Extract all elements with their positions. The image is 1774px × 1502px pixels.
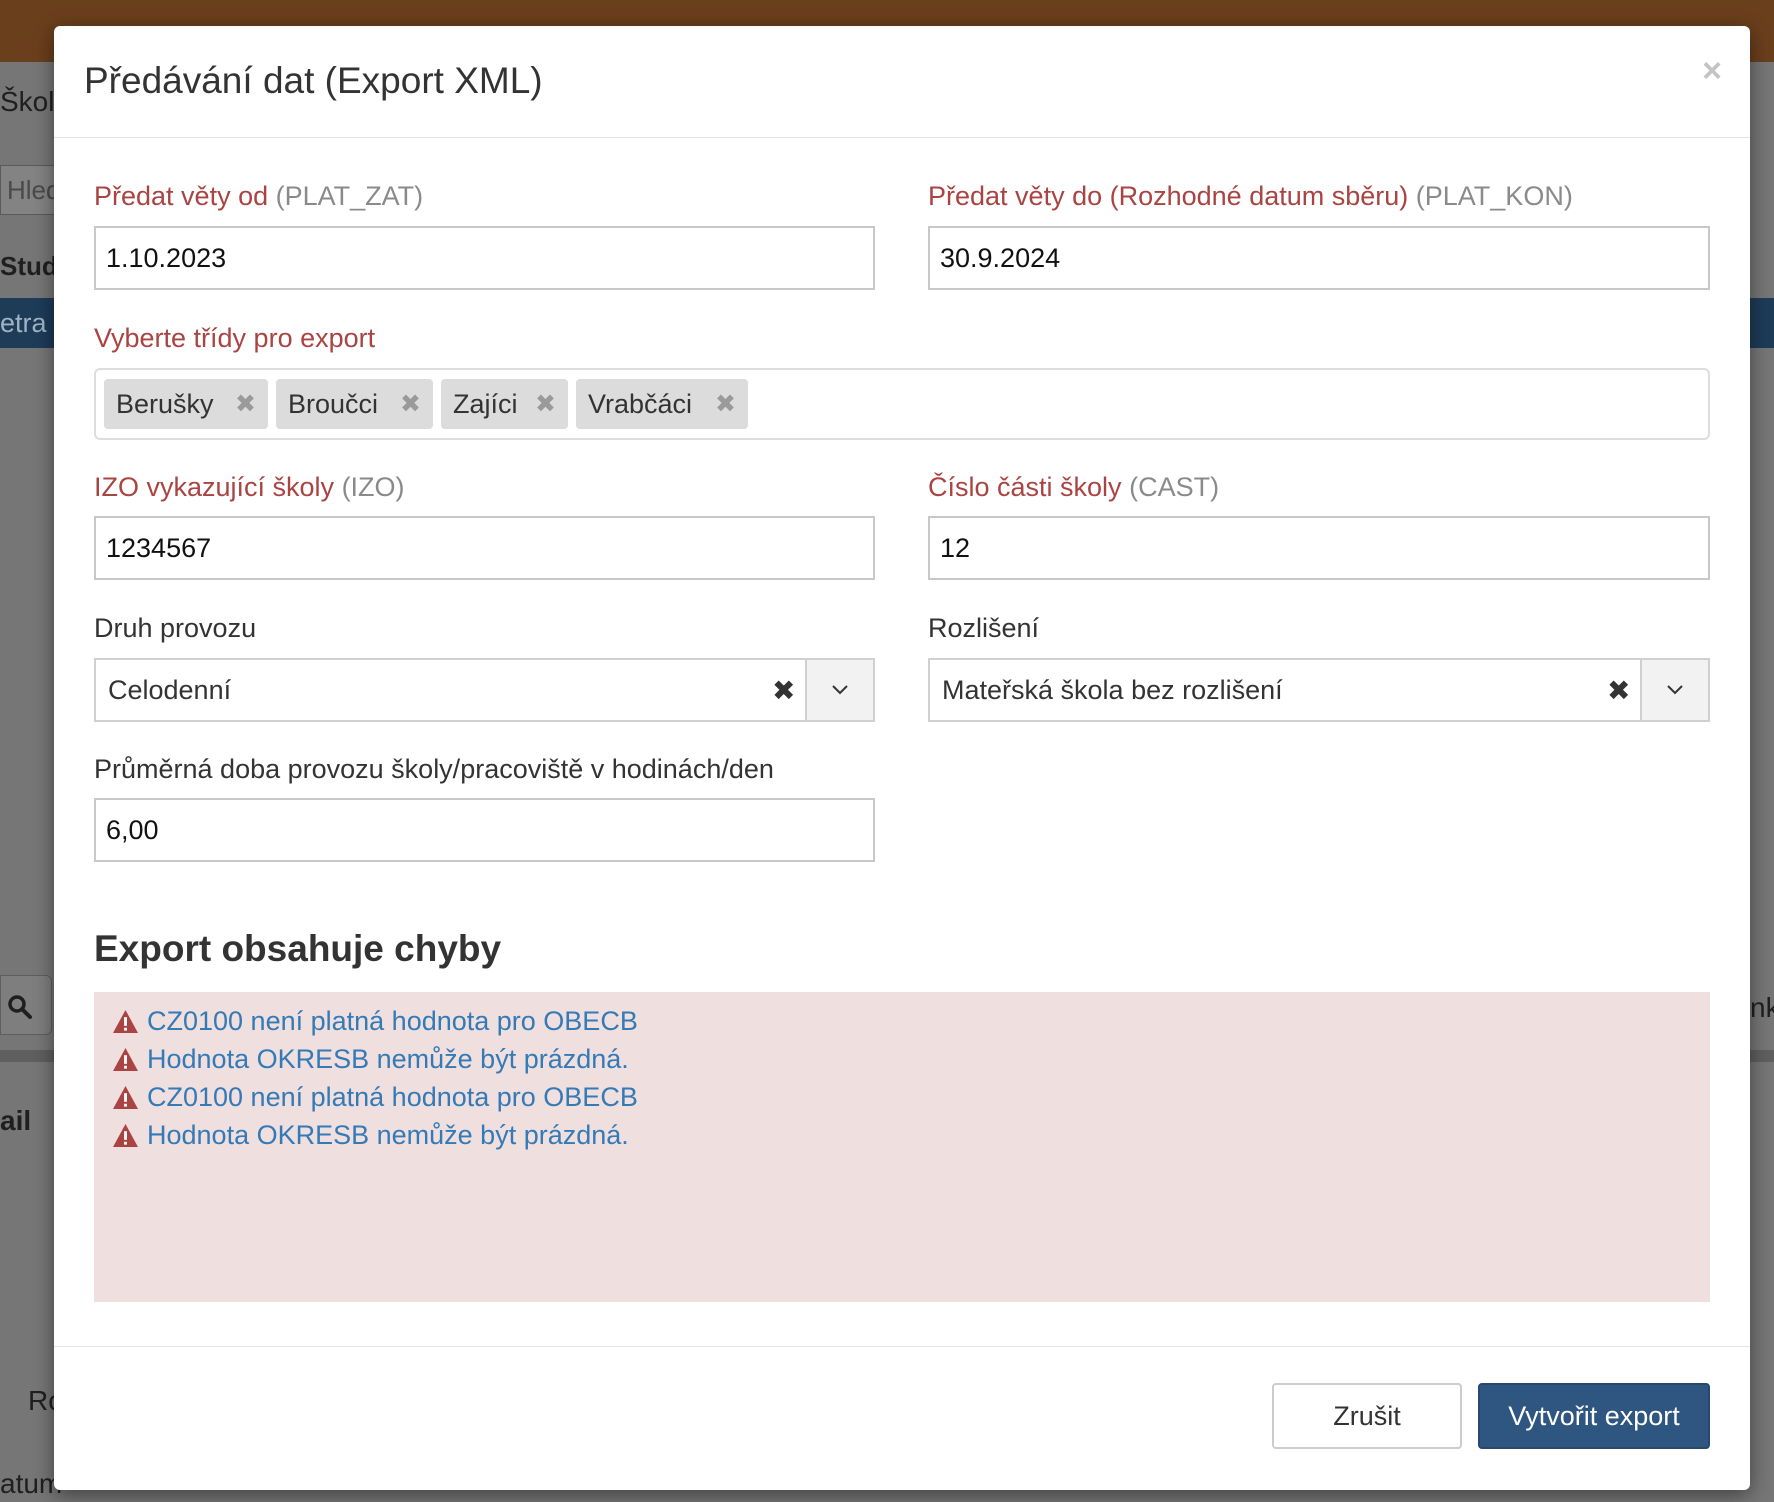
cast-label-text: Číslo části školy	[928, 472, 1122, 502]
bg-datum-label: atum	[0, 1468, 63, 1499]
date-to-input[interactable]	[928, 226, 1710, 290]
druh-provozu-select[interactable]: Celodenní ✖	[94, 658, 875, 722]
class-tag: Vrabčáci ✖	[576, 379, 748, 429]
modal-footer: Zrušit Vytvořit export	[54, 1346, 1750, 1490]
date-from-input[interactable]	[94, 226, 875, 290]
bg-search-input: Hled	[0, 165, 60, 215]
classes-multiselect[interactable]: Berušky ✖ Broučci ✖ Zajíci ✖ Vrabčáci ✖	[94, 368, 1710, 440]
close-icon[interactable]: ×	[1702, 52, 1722, 91]
errors-panel: CZ0100 není platná hodnota pro OBECB Hod…	[94, 992, 1710, 1302]
class-tag: Berušky ✖	[104, 379, 268, 429]
chevron-down-icon	[1667, 685, 1683, 695]
remove-tag-icon[interactable]: ✖	[715, 379, 736, 429]
izo-input[interactable]	[94, 516, 875, 580]
cancel-button[interactable]: Zrušit	[1272, 1383, 1462, 1449]
dropdown-toggle[interactable]	[1640, 660, 1708, 720]
izo-label: IZO vykazující školy (IZO)	[94, 472, 405, 503]
bg-right-text: nk	[1750, 992, 1774, 1023]
cast-label-hint: (CAST)	[1129, 472, 1220, 502]
warning-icon	[113, 1123, 138, 1147]
modal-title: Předávání dat (Export XML)	[84, 60, 543, 101]
create-export-button[interactable]: Vytvořit export	[1478, 1383, 1710, 1449]
classes-label: Vyberte třídy pro export	[94, 323, 376, 353]
from-label-text: Předat věty od	[94, 181, 269, 211]
izo-label-text: IZO vykazující školy	[94, 472, 335, 502]
chevron-down-icon	[832, 685, 848, 695]
error-item[interactable]: CZ0100 není platná hodnota pro OBECB	[112, 1078, 1692, 1116]
remove-tag-icon[interactable]: ✖	[535, 379, 556, 429]
error-item[interactable]: Hodnota OKRESB nemůže být prázdná.	[112, 1040, 1692, 1078]
warning-icon	[113, 1047, 138, 1071]
export-modal: Předávání dat (Export XML) × Předat věty…	[54, 26, 1750, 1490]
error-message: CZ0100 není platná hodnota pro OBECB	[147, 1081, 638, 1112]
dropdown-toggle[interactable]	[805, 660, 873, 720]
doba-provozu-input[interactable]	[94, 798, 875, 862]
error-item[interactable]: Hodnota OKRESB nemůže být prázdná.	[112, 1116, 1692, 1154]
from-label: Předat věty od (PLAT_ZAT)	[94, 181, 423, 212]
modal-header: Předávání dat (Export XML) ×	[54, 26, 1750, 138]
bg-row-text: etra	[0, 308, 47, 338]
rozliseni-select-value: Mateřská škola bez rozlišení	[942, 675, 1283, 705]
class-tag-label: Berušky	[116, 389, 214, 419]
druh-label: Druh provozu	[94, 613, 257, 643]
cast-label: Číslo části školy (CAST)	[928, 472, 1219, 503]
druh-select-value: Celodenní	[108, 675, 232, 705]
to-label: Předat věty do (Rozhodné datum sběru) (P…	[928, 181, 1573, 212]
cast-input[interactable]	[928, 516, 1710, 580]
class-tag: Zajíci ✖	[441, 379, 568, 429]
class-tag-label: Vrabčáci	[588, 389, 693, 419]
rozliseni-select[interactable]: Mateřská škola bez rozlišení ✖	[928, 658, 1710, 722]
error-message: Hodnota OKRESB nemůže být prázdná.	[147, 1043, 629, 1074]
warning-icon	[113, 1085, 138, 1109]
remove-tag-icon[interactable]: ✖	[400, 379, 421, 429]
search-icon	[8, 995, 32, 1019]
warning-icon	[113, 1009, 138, 1033]
error-message: CZ0100 není platná hodnota pro OBECB	[147, 1005, 638, 1036]
doba-label: Průměrná doba provozu školy/pracoviště v…	[94, 754, 774, 784]
clear-icon[interactable]: ✖	[1607, 674, 1630, 707]
error-message: Hodnota OKRESB nemůže být prázdná.	[147, 1119, 629, 1150]
class-tag: Broučci ✖	[276, 379, 433, 429]
bg-search-button	[0, 975, 52, 1035]
to-label-text: Předat věty do (Rozhodné datum sběru)	[928, 181, 1409, 211]
class-tag-label: Broučci	[288, 389, 379, 419]
to-label-hint: (PLAT_KON)	[1415, 181, 1573, 211]
error-item[interactable]: CZ0100 není platná hodnota pro OBECB	[112, 1002, 1692, 1040]
class-tag-label: Zajíci	[453, 389, 518, 419]
bg-detail-heading: ail	[0, 1105, 32, 1136]
from-label-hint: (PLAT_ZAT)	[275, 181, 424, 211]
rozliseni-label: Rozlišení	[928, 613, 1040, 643]
izo-label-hint: (IZO)	[341, 472, 405, 502]
remove-tag-icon[interactable]: ✖	[235, 379, 256, 429]
errors-heading: Export obsahuje chyby	[94, 928, 502, 969]
clear-icon[interactable]: ✖	[772, 674, 795, 707]
